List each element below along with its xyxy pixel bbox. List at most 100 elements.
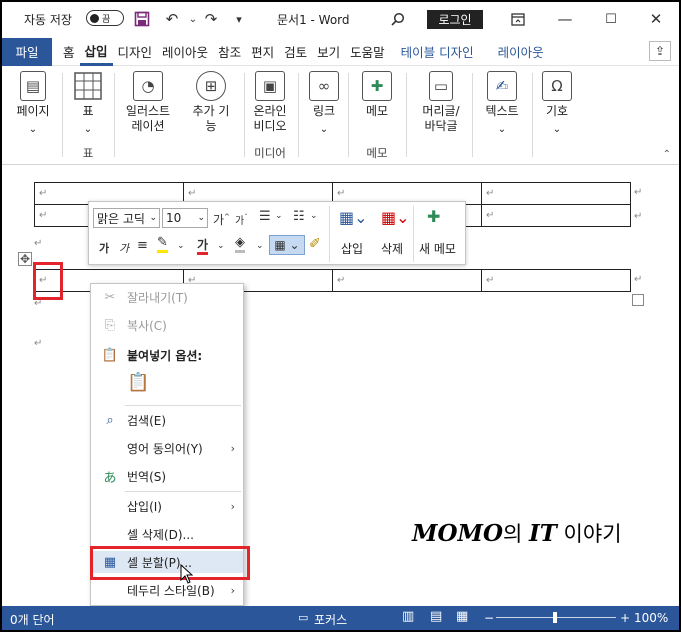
memo-button[interactable]: ✚ 메모 메모: [354, 71, 400, 161]
format-painter-icon[interactable]: ✐: [309, 236, 321, 252]
font-size-select[interactable]: 10 ⌄: [162, 208, 208, 228]
chevron-down-icon: ⌄: [197, 213, 205, 223]
shading-icon[interactable]: ◈: [235, 236, 245, 253]
symbol-button[interactable]: Ω 기호 ⌄: [534, 71, 580, 161]
word-window: 자동 저장 끔 ↶ ⌄ ↷ ▾ 문서1 - Word 로그인 — ☐ ✕ 파일 …: [2, 2, 679, 630]
menu-item-copy[interactable]: ⎘ 복사(C): [91, 314, 243, 336]
menu-item-delete-cells[interactable]: 셀 삭제(D)...: [91, 523, 243, 545]
online-video-button[interactable]: ▣ 온라인 비디오 미디어: [246, 71, 294, 161]
tab-references[interactable]: 참조: [213, 38, 246, 66]
tab-design[interactable]: 디자인: [113, 38, 158, 66]
read-mode-icon[interactable]: ▥: [402, 609, 414, 624]
table-button[interactable]: 표 ⌄ 표: [66, 71, 110, 161]
share-icon[interactable]: ⇪: [649, 41, 671, 61]
delete-table-icon[interactable]: ▦⌄: [381, 208, 410, 227]
autosave-toggle[interactable]: 끔: [86, 10, 124, 26]
menu-item-borders[interactable]: 테두리 스타일(B) ›: [91, 579, 243, 601]
bullets-dropdown-icon[interactable]: ⌄: [275, 211, 283, 221]
undo-icon[interactable]: ↶: [161, 8, 183, 30]
web-layout-icon[interactable]: ▦: [456, 609, 468, 624]
highlight-dropdown-icon[interactable]: ⌄: [177, 241, 185, 251]
link-button[interactable]: ∞ 링크 ⌄: [304, 71, 344, 161]
font-color-icon[interactable]: 가: [197, 238, 209, 255]
shading-dropdown-icon[interactable]: ⌄: [256, 241, 264, 251]
pages-button[interactable]: ▤ 페이지 ⌄: [8, 71, 58, 161]
tab-insert[interactable]: 삽입: [79, 38, 113, 66]
focus-mode[interactable]: 포커스: [314, 611, 347, 628]
row-end-mark: ↵: [634, 274, 643, 285]
font-name-value: 맑은 고딕: [97, 211, 145, 226]
table-group-caption: 표: [82, 146, 94, 160]
paste-keep-text-icon[interactable]: 📋: [127, 372, 151, 398]
tab-layout[interactable]: 레이아웃: [157, 38, 213, 66]
menu-item-synonyms[interactable]: 영어 동의어(Y) ›: [91, 437, 243, 459]
pages-label: 페이지: [16, 104, 50, 118]
zoom-level[interactable]: 100%: [634, 611, 668, 625]
table-cell[interactable]: ↵: [332, 269, 482, 292]
bullets-icon[interactable]: ☰: [259, 209, 271, 224]
menu-item-search[interactable]: ⌕ 검색(E): [91, 409, 243, 431]
separator: [413, 206, 414, 262]
shrink-font-icon[interactable]: 가ˇ: [235, 212, 248, 227]
zoom-slider-handle[interactable]: [553, 612, 557, 623]
insert-table-icon[interactable]: ▦⌄: [339, 208, 368, 227]
print-layout-icon[interactable]: ▤: [430, 609, 442, 624]
tab-review[interactable]: 검토: [279, 38, 312, 66]
menu-item-label: 삽입(I): [127, 499, 162, 514]
memo-label: 메모: [365, 104, 389, 118]
illustrations-button[interactable]: ◔ 일러스트 레이션: [118, 71, 178, 161]
minimize-icon[interactable]: —: [554, 8, 576, 30]
focus-icon[interactable]: ▭: [298, 611, 308, 624]
font-color-dropdown-icon[interactable]: ⌄: [217, 241, 225, 251]
tab-home[interactable]: 홈: [58, 38, 80, 66]
customize-toolbar-icon[interactable]: ▾: [228, 8, 250, 30]
table-move-handle-icon[interactable]: ✥: [18, 252, 32, 266]
ribbon-insert: ▤ 페이지 ⌄ 표 ⌄ 표 ◔ 일러스트 레이션 ⊞ 추가 기 능 ▣ 온라인: [2, 67, 679, 165]
login-button[interactable]: 로그인: [427, 10, 483, 29]
grow-font-icon[interactable]: 가^: [213, 211, 230, 228]
separator: [348, 73, 349, 157]
highlight-icon[interactable]: ✎: [157, 236, 168, 253]
tab-table-layout[interactable]: 레이아웃: [493, 38, 549, 66]
table-cell[interactable]: ↵: [481, 182, 631, 205]
borders-icon[interactable]: ▦ ⌄: [269, 235, 305, 255]
delete-label[interactable]: 삭제: [381, 240, 403, 257]
redo-icon[interactable]: ↷: [200, 8, 222, 30]
table-cell[interactable]: ↵: [481, 269, 631, 292]
zoom-in-icon[interactable]: +: [620, 611, 630, 625]
insert-label[interactable]: 삽입: [341, 240, 363, 257]
new-memo-label[interactable]: 새 메모: [419, 240, 456, 257]
maximize-icon[interactable]: ☐: [600, 8, 622, 30]
tab-file[interactable]: 파일: [2, 37, 52, 66]
menu-item-insert[interactable]: 삽입(I) ›: [91, 495, 243, 517]
ribbon-display-icon[interactable]: [507, 8, 529, 30]
bold-icon[interactable]: 가: [99, 240, 109, 256]
close-icon[interactable]: ✕: [645, 8, 667, 30]
menu-item-translate[interactable]: あ 번역(S): [91, 465, 243, 487]
text-button[interactable]: ✍ 텍스트 ⌄: [476, 71, 528, 161]
save-icon[interactable]: [131, 8, 153, 30]
numbering-icon[interactable]: ☷: [293, 209, 305, 224]
new-memo-icon[interactable]: ✚: [427, 207, 440, 226]
zoom-out-icon[interactable]: −: [484, 611, 494, 625]
tab-view[interactable]: 보기: [312, 38, 345, 66]
table-cell[interactable]: ↵: [481, 204, 631, 227]
table-resize-handle[interactable]: [632, 294, 644, 306]
document-area[interactable]: ↵↵↵↵ ↵↵↵↵ ↵ ↵ ↵ ✥ ↵↵↵↵ ↵ ↵ ↵ 맑은 고딕 ⌄: [2, 166, 679, 606]
italic-icon[interactable]: 가: [119, 240, 129, 256]
header-footer-button[interactable]: ▭ 머리글/ 바닥글: [412, 71, 470, 161]
mini-toolbar: 맑은 고딕 ⌄ 10 ⌄ 가^ 가ˇ ☰ ⌄ ☷ ⌄ 가 가 ≡ ✎ ⌄ 가 ⌄…: [88, 201, 466, 265]
numbering-dropdown-icon[interactable]: ⌄: [310, 211, 318, 221]
menu-item-label: 테두리 스타일(B): [127, 583, 215, 598]
collapse-ribbon-icon[interactable]: ⌃: [663, 149, 671, 160]
font-name-select[interactable]: 맑은 고딕 ⌄: [93, 208, 160, 228]
center-align-icon[interactable]: ≡: [137, 238, 148, 253]
word-count[interactable]: 0개 단어: [10, 611, 55, 628]
addins-button[interactable]: ⊞ 추가 기 능: [182, 71, 240, 161]
tab-table-design[interactable]: 테이블 디자인: [396, 38, 479, 66]
status-bar: 0개 단어 ▭ 포커스 ▥ ▤ ▦ − + 100%: [2, 606, 679, 630]
menu-item-cut[interactable]: ✂ 잘라내기(T): [91, 286, 243, 308]
search-icon[interactable]: [387, 8, 409, 30]
tab-help[interactable]: 도움말: [345, 38, 390, 66]
tab-mailings[interactable]: 편지: [246, 38, 279, 66]
